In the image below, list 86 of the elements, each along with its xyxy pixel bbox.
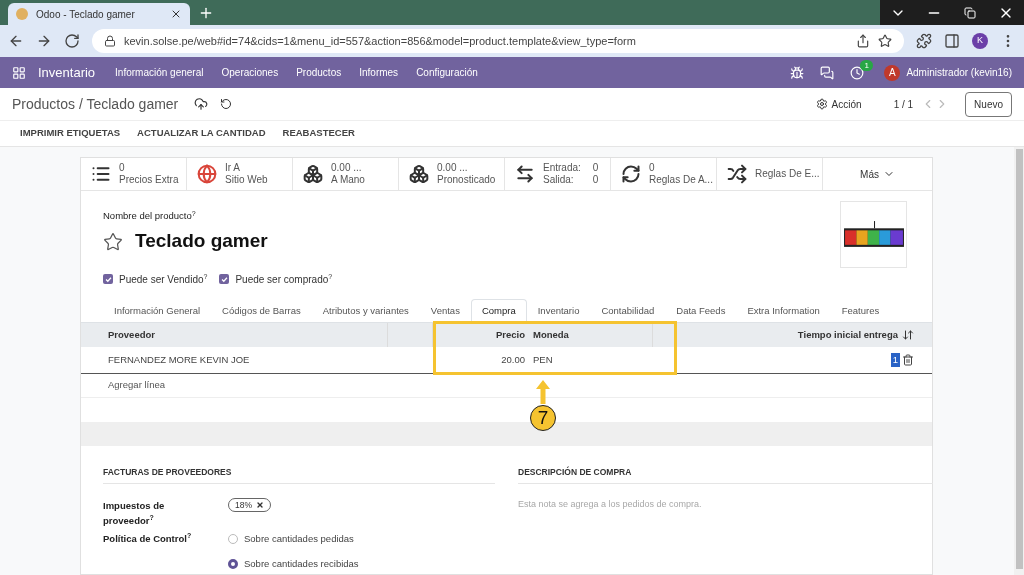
section-title: DESCRIPCIÓN DE COMPRA [518, 465, 933, 484]
header-button[interactable]: ACTUALIZAR LA CANTIDAD [137, 126, 266, 141]
side-panel-icon[interactable] [944, 33, 960, 49]
cubes-icon [409, 164, 429, 184]
tab[interactable]: Códigos de Barras [211, 298, 312, 323]
tab[interactable]: Atributos y variantes [311, 298, 420, 323]
remove-icon[interactable] [256, 500, 264, 509]
star-icon[interactable] [103, 231, 123, 252]
section-title: FACTURAS DE PROVEEDORES [103, 465, 495, 484]
table-cell-text: 20.00 [500, 352, 526, 367]
gear-icon [815, 98, 828, 110]
chat-icon[interactable] [820, 65, 835, 80]
list-icon [91, 164, 111, 184]
profile-avatar[interactable]: K [972, 33, 988, 49]
checkbox-label: Puede ser Vendido$^{?}$ [119, 272, 208, 287]
share-icon[interactable] [856, 34, 870, 48]
new-tab-icon[interactable] [198, 5, 214, 21]
tab[interactable]: Información General [103, 298, 212, 323]
activity-icon[interactable] [850, 65, 865, 80]
lead-time-field[interactable]: 1 [890, 352, 900, 367]
extensions-icon[interactable] [916, 33, 932, 49]
table-cell-text: PEN [532, 352, 554, 367]
radio-label: Sobre cantidades pedidas [244, 531, 354, 546]
address-field[interactable]: kevin.solse.pe/web#id=74&cids=1&menu_id=557&action=856&model=product.template&view_type=form [92, 29, 904, 53]
product-name[interactable]: Teclado gamer [135, 227, 268, 256]
back-icon[interactable] [8, 33, 24, 49]
arrows-icon [515, 164, 535, 184]
odoo-favicon-icon [16, 8, 28, 20]
nav-menu-item[interactable]: Productos [296, 65, 342, 80]
tab[interactable]: Inventario [526, 298, 591, 323]
checkbox[interactable] [219, 274, 230, 285]
shuffle-icon [727, 164, 747, 184]
nav-menu-item[interactable]: Configuración [416, 65, 478, 80]
nav-menu-item[interactable]: Información general [115, 65, 204, 80]
field-label: Impuestos de proveedor$^{?}$ [103, 498, 166, 528]
browser-tab[interactable]: Odoo - Teclado gamer [8, 3, 190, 25]
nav-menu-item[interactable]: Operaciones [221, 65, 279, 80]
column-header[interactable]: Moneda [529, 322, 653, 347]
field-label: Nombre del producto$^{?}$ [103, 209, 197, 223]
user-name[interactable]: Administrador (kevin16) [906, 65, 1012, 80]
tab[interactable]: Compra [470, 298, 527, 323]
user-avatar[interactable]: A [884, 64, 901, 81]
refresh-icon [621, 164, 641, 184]
step-number-badge: 7 [530, 404, 556, 431]
header-button[interactable]: REABASTECER [282, 126, 355, 141]
delete-icon[interactable] [902, 353, 914, 366]
app-title[interactable]: Inventario [38, 62, 96, 83]
pager: 1 / 1 [893, 97, 914, 112]
close-icon[interactable] [170, 8, 182, 20]
bookmark-icon[interactable] [878, 34, 892, 48]
scrollbar-thumb[interactable] [1015, 149, 1023, 569]
column-header[interactable]: Precio [433, 327, 529, 342]
description-field[interactable]: Esta nota se agrega a los pedidos de compra. [518, 497, 933, 511]
tab[interactable]: Contabilidad [590, 298, 666, 323]
new-button[interactable]: Nuevo [965, 91, 1012, 117]
column-header[interactable]: Proveedor [81, 322, 388, 347]
activity-badge: 1 [860, 59, 873, 71]
cubes-icon [303, 164, 323, 184]
radio-label: Sobre cantidades recibidas [244, 556, 359, 571]
save-icon[interactable] [194, 97, 209, 111]
checkbox[interactable] [103, 274, 113, 285]
tab-title: Odoo - Teclado gamer [36, 7, 136, 22]
add-line-link[interactable]: Agregar línea [108, 378, 166, 393]
field-label: Política de Control$^{?}$ [103, 531, 193, 546]
column-settings-icon[interactable] [902, 328, 914, 341]
column-header[interactable]: Tiempo inicial entrega [653, 327, 902, 342]
arrow-up-drawing [536, 379, 550, 404]
checkbox-label: Puede ser comprado$^{?}$ [235, 272, 333, 287]
breadcrumb: Productos / Teclado gamer [12, 94, 179, 114]
reload-icon[interactable] [64, 33, 80, 49]
lock-icon [104, 35, 116, 47]
tab[interactable]: Ventas [419, 298, 471, 323]
debug-icon[interactable] [790, 65, 805, 80]
forward-icon[interactable] [36, 33, 52, 49]
apps-menu-icon[interactable] [12, 65, 26, 80]
tab[interactable]: Data Feeds [665, 298, 737, 323]
restore-icon[interactable] [964, 6, 976, 19]
tab[interactable]: Features [830, 298, 891, 323]
table-cell-text: FERNANDEZ MORE KEVIN JOE [107, 352, 251, 367]
nav-menu-item[interactable]: Informes [359, 65, 399, 80]
radio-button[interactable] [228, 558, 238, 569]
header-button[interactable]: IMPRIMIR ETIQUETAS [20, 126, 121, 141]
tab[interactable]: Extra Information [736, 298, 831, 323]
discard-icon[interactable] [220, 98, 233, 110]
globe-icon [197, 164, 217, 184]
action-menu-button[interactable]: Acción [815, 96, 862, 112]
